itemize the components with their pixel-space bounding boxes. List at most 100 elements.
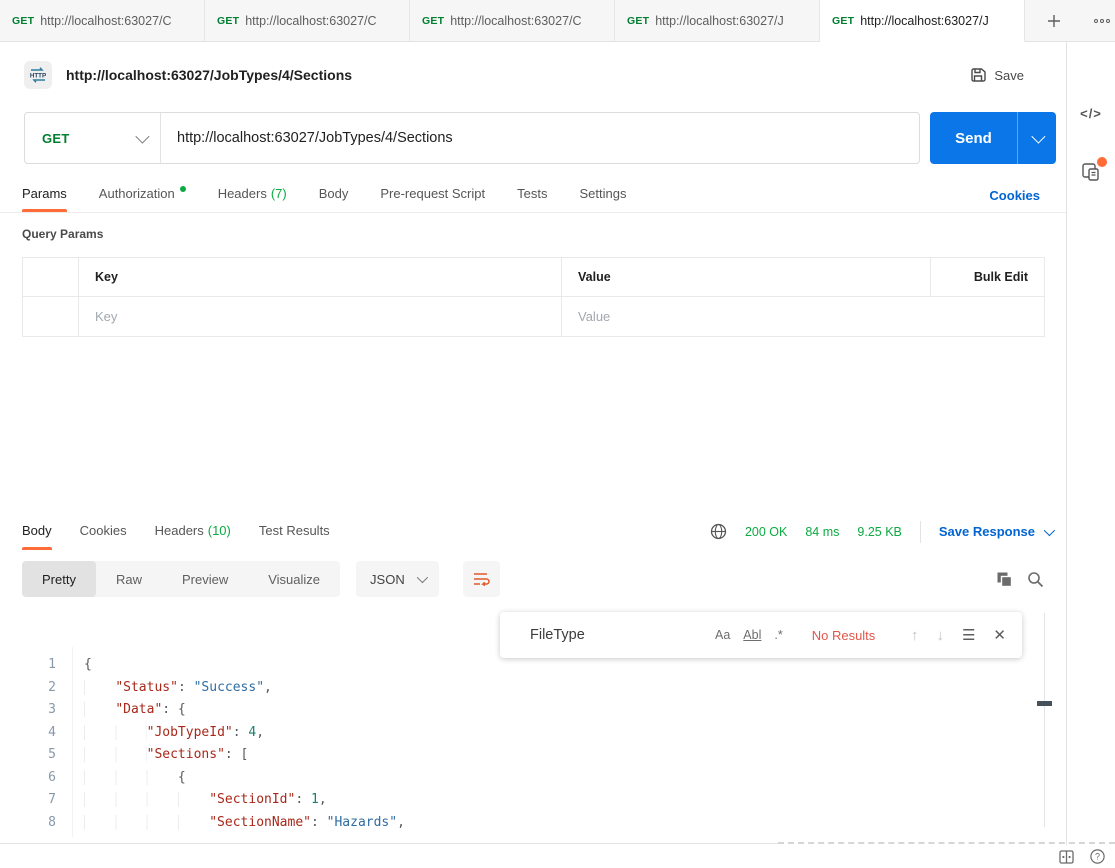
url-box: GET xyxy=(24,112,920,164)
view-visualize[interactable]: Visualize xyxy=(248,561,340,597)
console-panel-icon[interactable] xyxy=(1059,850,1074,864)
save-button[interactable]: Save xyxy=(960,61,1034,89)
notification-dot xyxy=(1097,157,1107,167)
code-line: 7 "SectionId": 1, xyxy=(0,789,1066,812)
query-params-table: Key Value Bulk Edit xyxy=(22,257,1045,337)
authorization-status-dot xyxy=(180,186,186,192)
method-select[interactable]: GET xyxy=(25,113,161,163)
copy-icon[interactable] xyxy=(996,571,1013,588)
match-case-toggle[interactable]: Aa xyxy=(715,628,730,642)
format-value: JSON xyxy=(370,572,405,587)
send-button[interactable]: Send xyxy=(930,112,1056,164)
code-scrollbar-thumb[interactable] xyxy=(1037,701,1052,706)
code-line: 8 "SectionName": "Hazards", xyxy=(0,812,1066,835)
response-tab-body[interactable]: Body xyxy=(22,513,52,550)
view-preview[interactable]: Preview xyxy=(162,561,248,597)
search-icon[interactable] xyxy=(1027,571,1044,588)
context-sidebar: </> xyxy=(1066,42,1115,845)
tab-headers[interactable]: Headers(7) xyxy=(218,178,287,212)
more-options-icon[interactable] xyxy=(1091,10,1113,32)
tab-body[interactable]: Body xyxy=(319,178,349,212)
code-line: 5 "Sections": [ xyxy=(0,744,1066,767)
tab-url-label: http://localhost:63027/C xyxy=(450,14,581,28)
save-label: Save xyxy=(994,68,1024,83)
line-number: 2 xyxy=(0,677,56,700)
response-size[interactable]: 9.25 KB xyxy=(857,525,901,539)
svg-text:?: ? xyxy=(1095,852,1100,862)
open-request-tab-2[interactable]: GEThttp://localhost:63027/C xyxy=(205,0,410,42)
response-toolbar: Pretty Raw Preview Visualize JSON xyxy=(0,559,1066,599)
comments-icon[interactable] xyxy=(1081,162,1101,182)
request-title: http://localhost:63027/JobTypes/4/Sectio… xyxy=(66,67,960,83)
response-meta: 200 OK 84 ms 9.25 KB Save Response xyxy=(710,521,1052,543)
tab-method-badge: GET xyxy=(627,15,649,27)
close-search-icon[interactable]: ✕ xyxy=(993,626,1006,644)
bulk-edit-button[interactable]: Bulk Edit xyxy=(974,270,1028,284)
open-request-tab-3[interactable]: GEThttp://localhost:63027/C xyxy=(410,0,615,42)
response-tab-cookies[interactable]: Cookies xyxy=(80,513,127,550)
line-number: 5 xyxy=(0,744,56,767)
open-request-tabs: GET http://localhost:63027/C GET http://loc… xyxy=(0,0,1025,41)
line-number: 7 xyxy=(0,789,56,812)
url-input[interactable] xyxy=(161,130,919,146)
tab-url-label: http://localhost:63027/J xyxy=(655,14,784,28)
tab-pre-request-script[interactable]: Pre-request Script xyxy=(380,178,485,212)
tab-url-label: http://localhost:63027/C xyxy=(245,14,376,28)
tab-settings[interactable]: Settings xyxy=(579,178,626,212)
help-icon[interactable]: ? xyxy=(1090,849,1105,864)
response-bottom-border xyxy=(0,843,778,844)
whole-word-toggle[interactable]: Abl xyxy=(743,628,761,642)
find-in-response-overlay: Aa Abl .* No Results ↑ ↓ ☰ ✕ xyxy=(500,612,1022,658)
save-response-label: Save Response xyxy=(939,524,1035,539)
query-params-empty-row xyxy=(23,297,1044,336)
cookies-link[interactable]: Cookies xyxy=(989,188,1040,203)
line-number: 3 xyxy=(0,699,56,722)
line-number: 8 xyxy=(0,812,56,835)
svg-text:HTTP: HTTP xyxy=(30,73,46,80)
tab-tests[interactable]: Tests xyxy=(517,178,547,212)
previous-match-icon[interactable]: ↑ xyxy=(911,627,919,644)
save-icon xyxy=(970,67,986,83)
response-tab-test-results[interactable]: Test Results xyxy=(259,513,330,550)
response-time[interactable]: 84 ms xyxy=(805,525,839,539)
param-key-input[interactable] xyxy=(95,309,545,324)
tab-params[interactable]: Params xyxy=(22,178,67,212)
tab-method-badge: GET xyxy=(832,15,854,27)
tab-method-badge: GET xyxy=(12,15,34,27)
regex-toggle[interactable]: .* xyxy=(774,628,782,642)
send-label[interactable]: Send xyxy=(930,112,1018,164)
wrap-text-button[interactable] xyxy=(463,561,500,597)
request-url-row: GET Send xyxy=(0,108,1066,168)
value-column-header: Value xyxy=(562,258,931,296)
tab-url-label: http://localhost:63027/C xyxy=(40,14,171,28)
view-pretty[interactable]: Pretty xyxy=(22,561,96,597)
send-options-caret[interactable] xyxy=(1018,112,1056,164)
view-raw[interactable]: Raw xyxy=(96,561,162,597)
status-badge[interactable]: 200 OK xyxy=(745,525,787,539)
request-config-tabs: Params Authorization Headers(7) Body Pre… xyxy=(0,178,1066,213)
open-request-tab-1[interactable]: GET http://localhost:63027/C xyxy=(0,0,205,42)
format-select[interactable]: JSON xyxy=(356,561,439,597)
query-params-header-row: Key Value Bulk Edit xyxy=(23,258,1044,297)
select-column-header xyxy=(23,258,79,296)
panel-resize-handle[interactable] xyxy=(778,842,1115,844)
line-number: 1 xyxy=(0,654,56,677)
code-snippet-icon[interactable]: </> xyxy=(1080,106,1102,121)
code-scrollbar-track xyxy=(1044,613,1045,827)
open-request-tab-4[interactable]: GET http://localhost:63027/J xyxy=(615,0,820,42)
chevron-down-icon xyxy=(135,130,149,144)
open-request-tab-5[interactable]: GEThttp://localhost:63027/J xyxy=(820,0,1025,42)
find-input[interactable] xyxy=(530,627,715,643)
response-tab-headers[interactable]: Headers(10) xyxy=(155,513,231,550)
code-line: 2 "Status": "Success", xyxy=(0,677,1066,700)
param-value-input[interactable] xyxy=(578,309,1028,324)
tab-authorization[interactable]: Authorization xyxy=(99,178,186,212)
save-response-button[interactable]: Save Response xyxy=(939,524,1052,539)
next-match-icon[interactable]: ↓ xyxy=(936,627,944,644)
network-globe-icon[interactable] xyxy=(710,523,727,540)
new-tab-button[interactable] xyxy=(1043,10,1065,32)
find-in-selection-icon[interactable]: ☰ xyxy=(962,626,975,644)
code-line: 6 { xyxy=(0,767,1066,790)
search-nav: ↑ ↓ ☰ ✕ xyxy=(911,626,1006,644)
status-bar: ? xyxy=(0,845,1115,868)
